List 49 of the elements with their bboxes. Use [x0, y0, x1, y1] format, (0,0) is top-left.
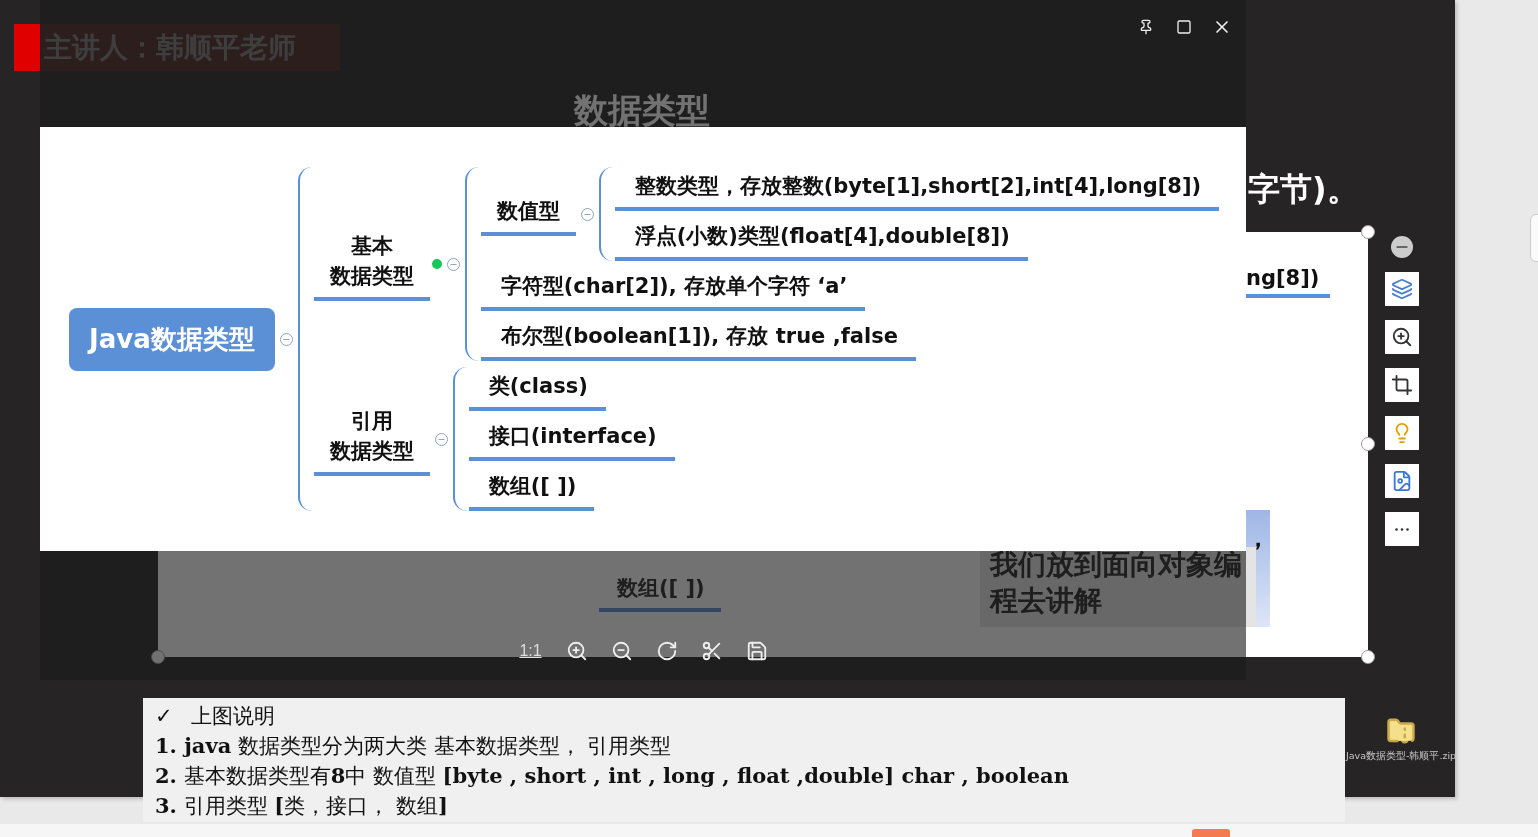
topic-node[interactable]: 字符型(char[2]), 存放单个字符 ‘a’: [480, 267, 866, 311]
image-file-icon: [1391, 470, 1413, 492]
node-label: 引用: [350, 408, 393, 435]
resize-handle[interactable]: [1361, 225, 1375, 239]
note-text: 我们放到面向对象编程去讲解: [980, 547, 1256, 627]
topic-node[interactable]: 类(class): [468, 367, 606, 411]
image-to-document-button[interactable]: [1385, 464, 1419, 498]
note-line: 3. 引用类型 [类，接口， 数组]: [155, 794, 448, 818]
minus-icon[interactable]: [1391, 236, 1413, 258]
layers-button[interactable]: [1385, 272, 1419, 306]
crop-icon: [1391, 374, 1413, 396]
topic-node[interactable]: 数值型: [480, 192, 576, 236]
crop-button[interactable]: [1385, 368, 1419, 402]
save-icon: [745, 640, 768, 662]
topic-node[interactable]: 基本 数据类型: [313, 227, 430, 301]
topic-node[interactable]: 数组([ ]): [468, 467, 595, 511]
more-icon: [1395, 527, 1409, 531]
topic-node[interactable]: 引用 数据类型: [313, 402, 430, 476]
slide-text: 字节)。: [1248, 169, 1359, 210]
topic-node[interactable]: 接口(interface): [468, 417, 675, 461]
accent-bar: [14, 24, 40, 71]
note-line: 1. java 数据类型分为两大类 基本数据类型， 引用类型: [155, 734, 672, 758]
folder-icon[interactable]: [1386, 716, 1416, 746]
slide-title: 数据类型: [574, 89, 710, 132]
topic-node[interactable]: 布尔型(boolean[1]), 存放 true ,false: [480, 317, 916, 361]
scissors-icon: [700, 640, 723, 662]
zoom-in-icon: [565, 640, 588, 662]
actual-size-button[interactable]: 1:1: [513, 634, 548, 668]
node-label: 数据类型: [329, 438, 414, 465]
rotate-icon: [655, 640, 678, 662]
layers-icon: [1391, 278, 1413, 300]
node-label: 数据类型: [329, 263, 414, 290]
resize-handle[interactable]: [151, 650, 165, 664]
pin-icon: [1138, 19, 1154, 35]
topic-node[interactable]: 整数类型，存放整数(byte[1],short[2],int[4],long[8]): [614, 167, 1220, 211]
resize-handle[interactable]: [1361, 650, 1375, 664]
file-name: Java数据类型-韩顺平.zip: [1345, 750, 1457, 763]
zoom-out-icon: [610, 640, 633, 662]
check-mark: ✓: [155, 703, 173, 730]
topic-node[interactable]: 浮点(小数)类型(float[4],double[8]): [614, 217, 1028, 261]
note-line: 2. 基本数据类型有8中 数值型 [byte , short , int , long , float ,double] char , boolean: [155, 764, 1069, 788]
topic-node: 数组([ ]): [599, 574, 721, 612]
notes-heading: 上图说明: [190, 703, 275, 730]
cursor-dot-icon: [431, 259, 442, 269]
zoom-in-icon: [1391, 326, 1413, 348]
resize-handle[interactable]: [1361, 437, 1375, 451]
zoom-in-button[interactable]: [1385, 320, 1419, 354]
maximize-icon: [1176, 19, 1192, 35]
node-label: 基本: [350, 233, 393, 260]
